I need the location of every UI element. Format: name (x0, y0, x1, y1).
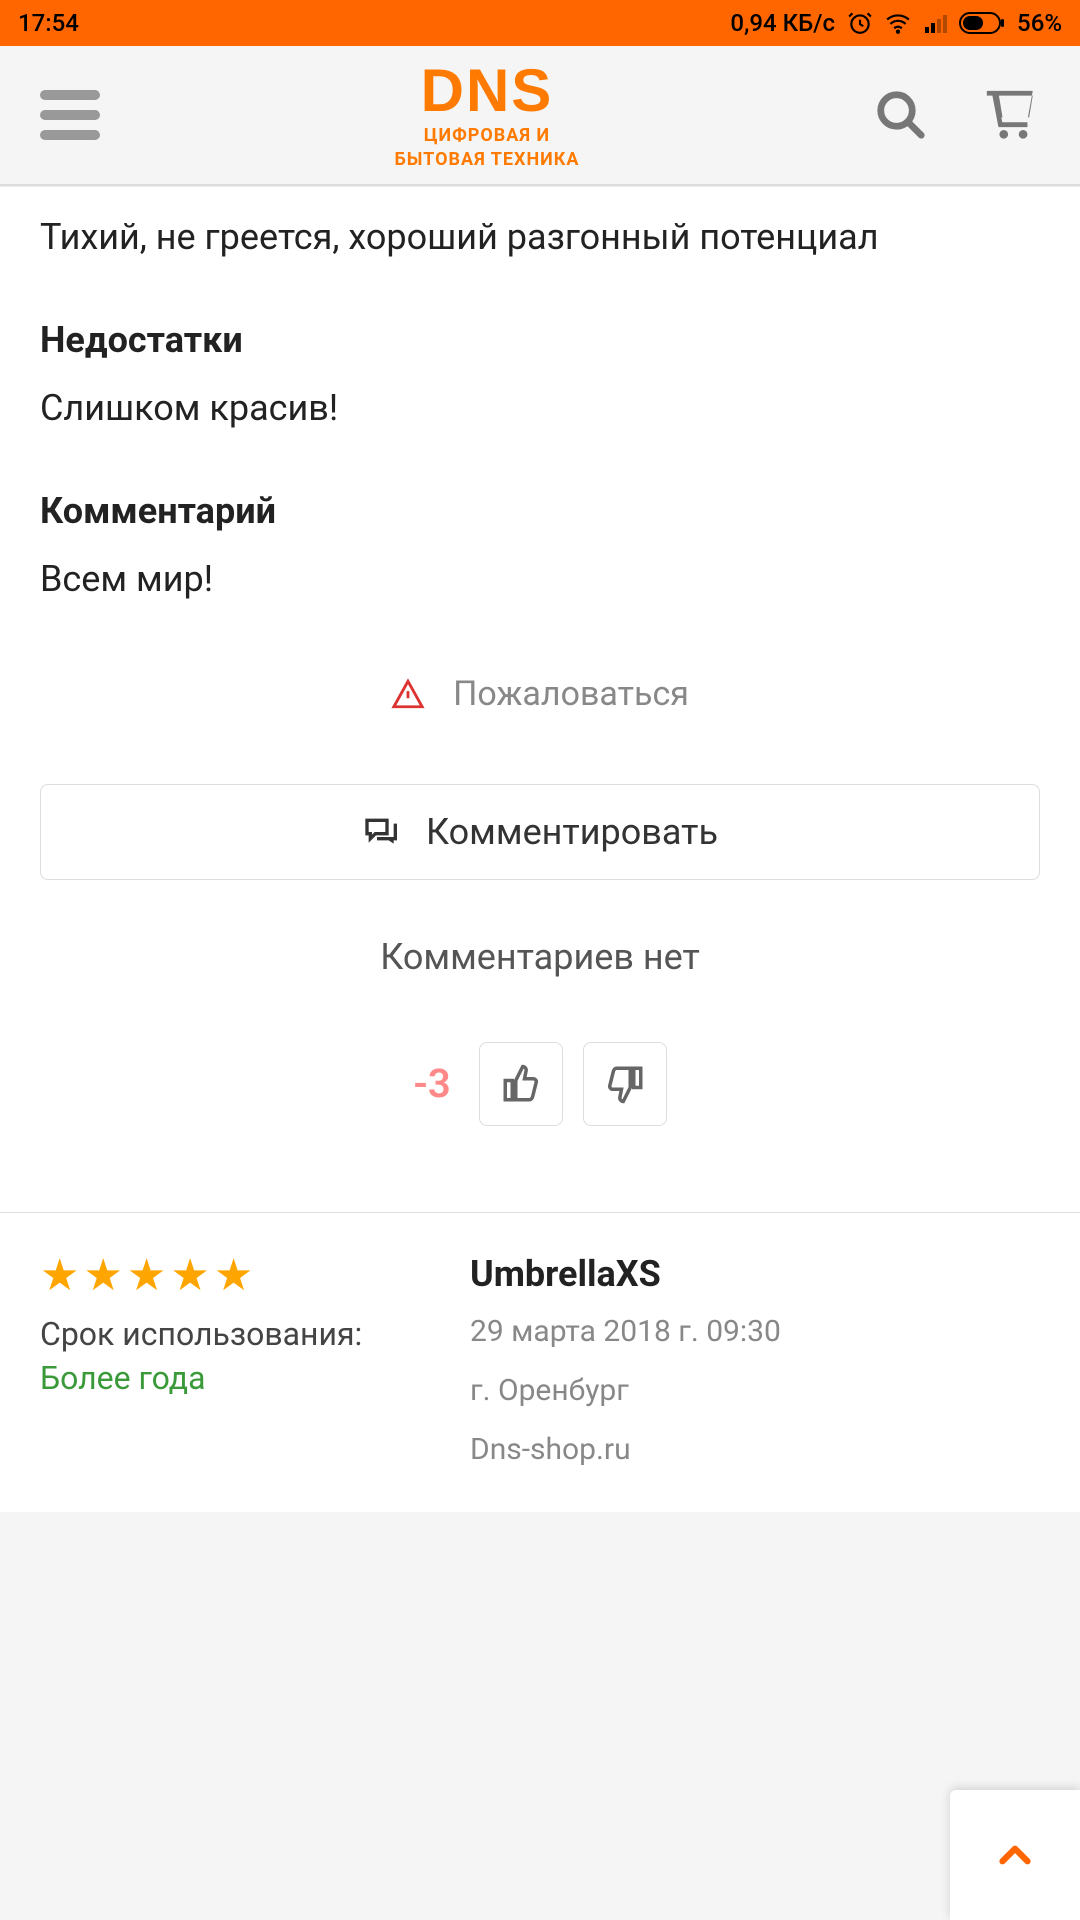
comment-heading: Комментарий (40, 490, 1040, 532)
star-icon: ★ (170, 1253, 209, 1297)
report-label: Пожаловаться (453, 674, 689, 714)
alarm-icon (847, 10, 873, 36)
signal-icon (923, 11, 947, 35)
search-icon[interactable] (874, 88, 928, 142)
chevron-up-icon (990, 1830, 1040, 1880)
logo[interactable]: DNS ЦИФРОВАЯ И БЫТОВАЯ ТЕХНИКА (395, 61, 580, 169)
scroll-to-top-button[interactable] (950, 1790, 1080, 1920)
logo-text: DNS (395, 61, 580, 121)
review-left-col: ★ ★ ★ ★ ★ Срок использования: Более года (40, 1253, 420, 1472)
menu-button[interactable] (40, 90, 100, 140)
logo-subtitle-1: ЦИФРОВАЯ И (395, 127, 580, 145)
comment-button-label: Комментировать (426, 811, 718, 853)
battery-percent: 56% (1017, 9, 1062, 37)
cons-text: Слишком красив! (40, 383, 1040, 433)
thumbs-down-button[interactable] (583, 1042, 667, 1126)
content: Тихий, не греется, хороший разгонный пот… (0, 186, 1080, 1512)
cart-icon[interactable] (982, 86, 1040, 144)
vote-row: -3 (40, 1042, 1040, 1126)
cons-heading: Недостатки (40, 319, 1040, 361)
battery-icon (959, 12, 1005, 34)
comment-text: Всем мир! (40, 554, 1040, 604)
review-right-col: UmbrellaXS 29 марта 2018 г. 09:30 г. Оре… (470, 1253, 1040, 1472)
warning-icon (391, 677, 425, 711)
chat-icon (362, 812, 402, 852)
star-icon: ★ (40, 1253, 79, 1297)
thumbs-down-icon (604, 1063, 646, 1105)
advantages-text: Тихий, не греется, хороший разгонный пот… (40, 211, 1040, 263)
app-header: DNS ЦИФРОВАЯ И БЫТОВАЯ ТЕХНИКА (0, 46, 1080, 186)
header-actions (874, 86, 1040, 144)
thumbs-up-icon (500, 1063, 542, 1105)
review-block: Тихий, не греется, хороший разгонный пот… (0, 187, 1080, 1176)
status-speed: 0,94 КБ/с (730, 9, 835, 37)
star-icon: ★ (83, 1253, 122, 1297)
status-right: 0,94 КБ/с 56% (730, 9, 1062, 37)
star-rating: ★ ★ ★ ★ ★ (40, 1253, 420, 1297)
review-city: г. Оренбург (470, 1368, 1040, 1413)
wifi-icon (885, 10, 911, 36)
logo-subtitle-2: БЫТОВАЯ ТЕХНИКА (395, 151, 580, 169)
review-source: Dns-shop.ru (470, 1427, 1040, 1472)
usage-value: Более года (40, 1359, 420, 1397)
thumbs-up-button[interactable] (479, 1042, 563, 1126)
review-date: 29 марта 2018 г. 09:30 (470, 1309, 1040, 1354)
status-bar: 17:54 0,94 КБ/с 56% (0, 0, 1080, 46)
reviewer-name: UmbrellaXS (470, 1253, 1040, 1295)
vote-score: -3 (413, 1060, 451, 1107)
no-comments-text: Комментариев нет (40, 936, 1040, 978)
comment-button[interactable]: Комментировать (40, 784, 1040, 880)
next-review: ★ ★ ★ ★ ★ Срок использования: Более года… (0, 1213, 1080, 1512)
star-icon: ★ (214, 1253, 253, 1297)
usage-label: Срок использования: (40, 1315, 420, 1353)
status-time: 17:54 (18, 9, 79, 37)
report-link[interactable]: Пожаловаться (40, 674, 1040, 714)
star-icon: ★ (127, 1253, 166, 1297)
